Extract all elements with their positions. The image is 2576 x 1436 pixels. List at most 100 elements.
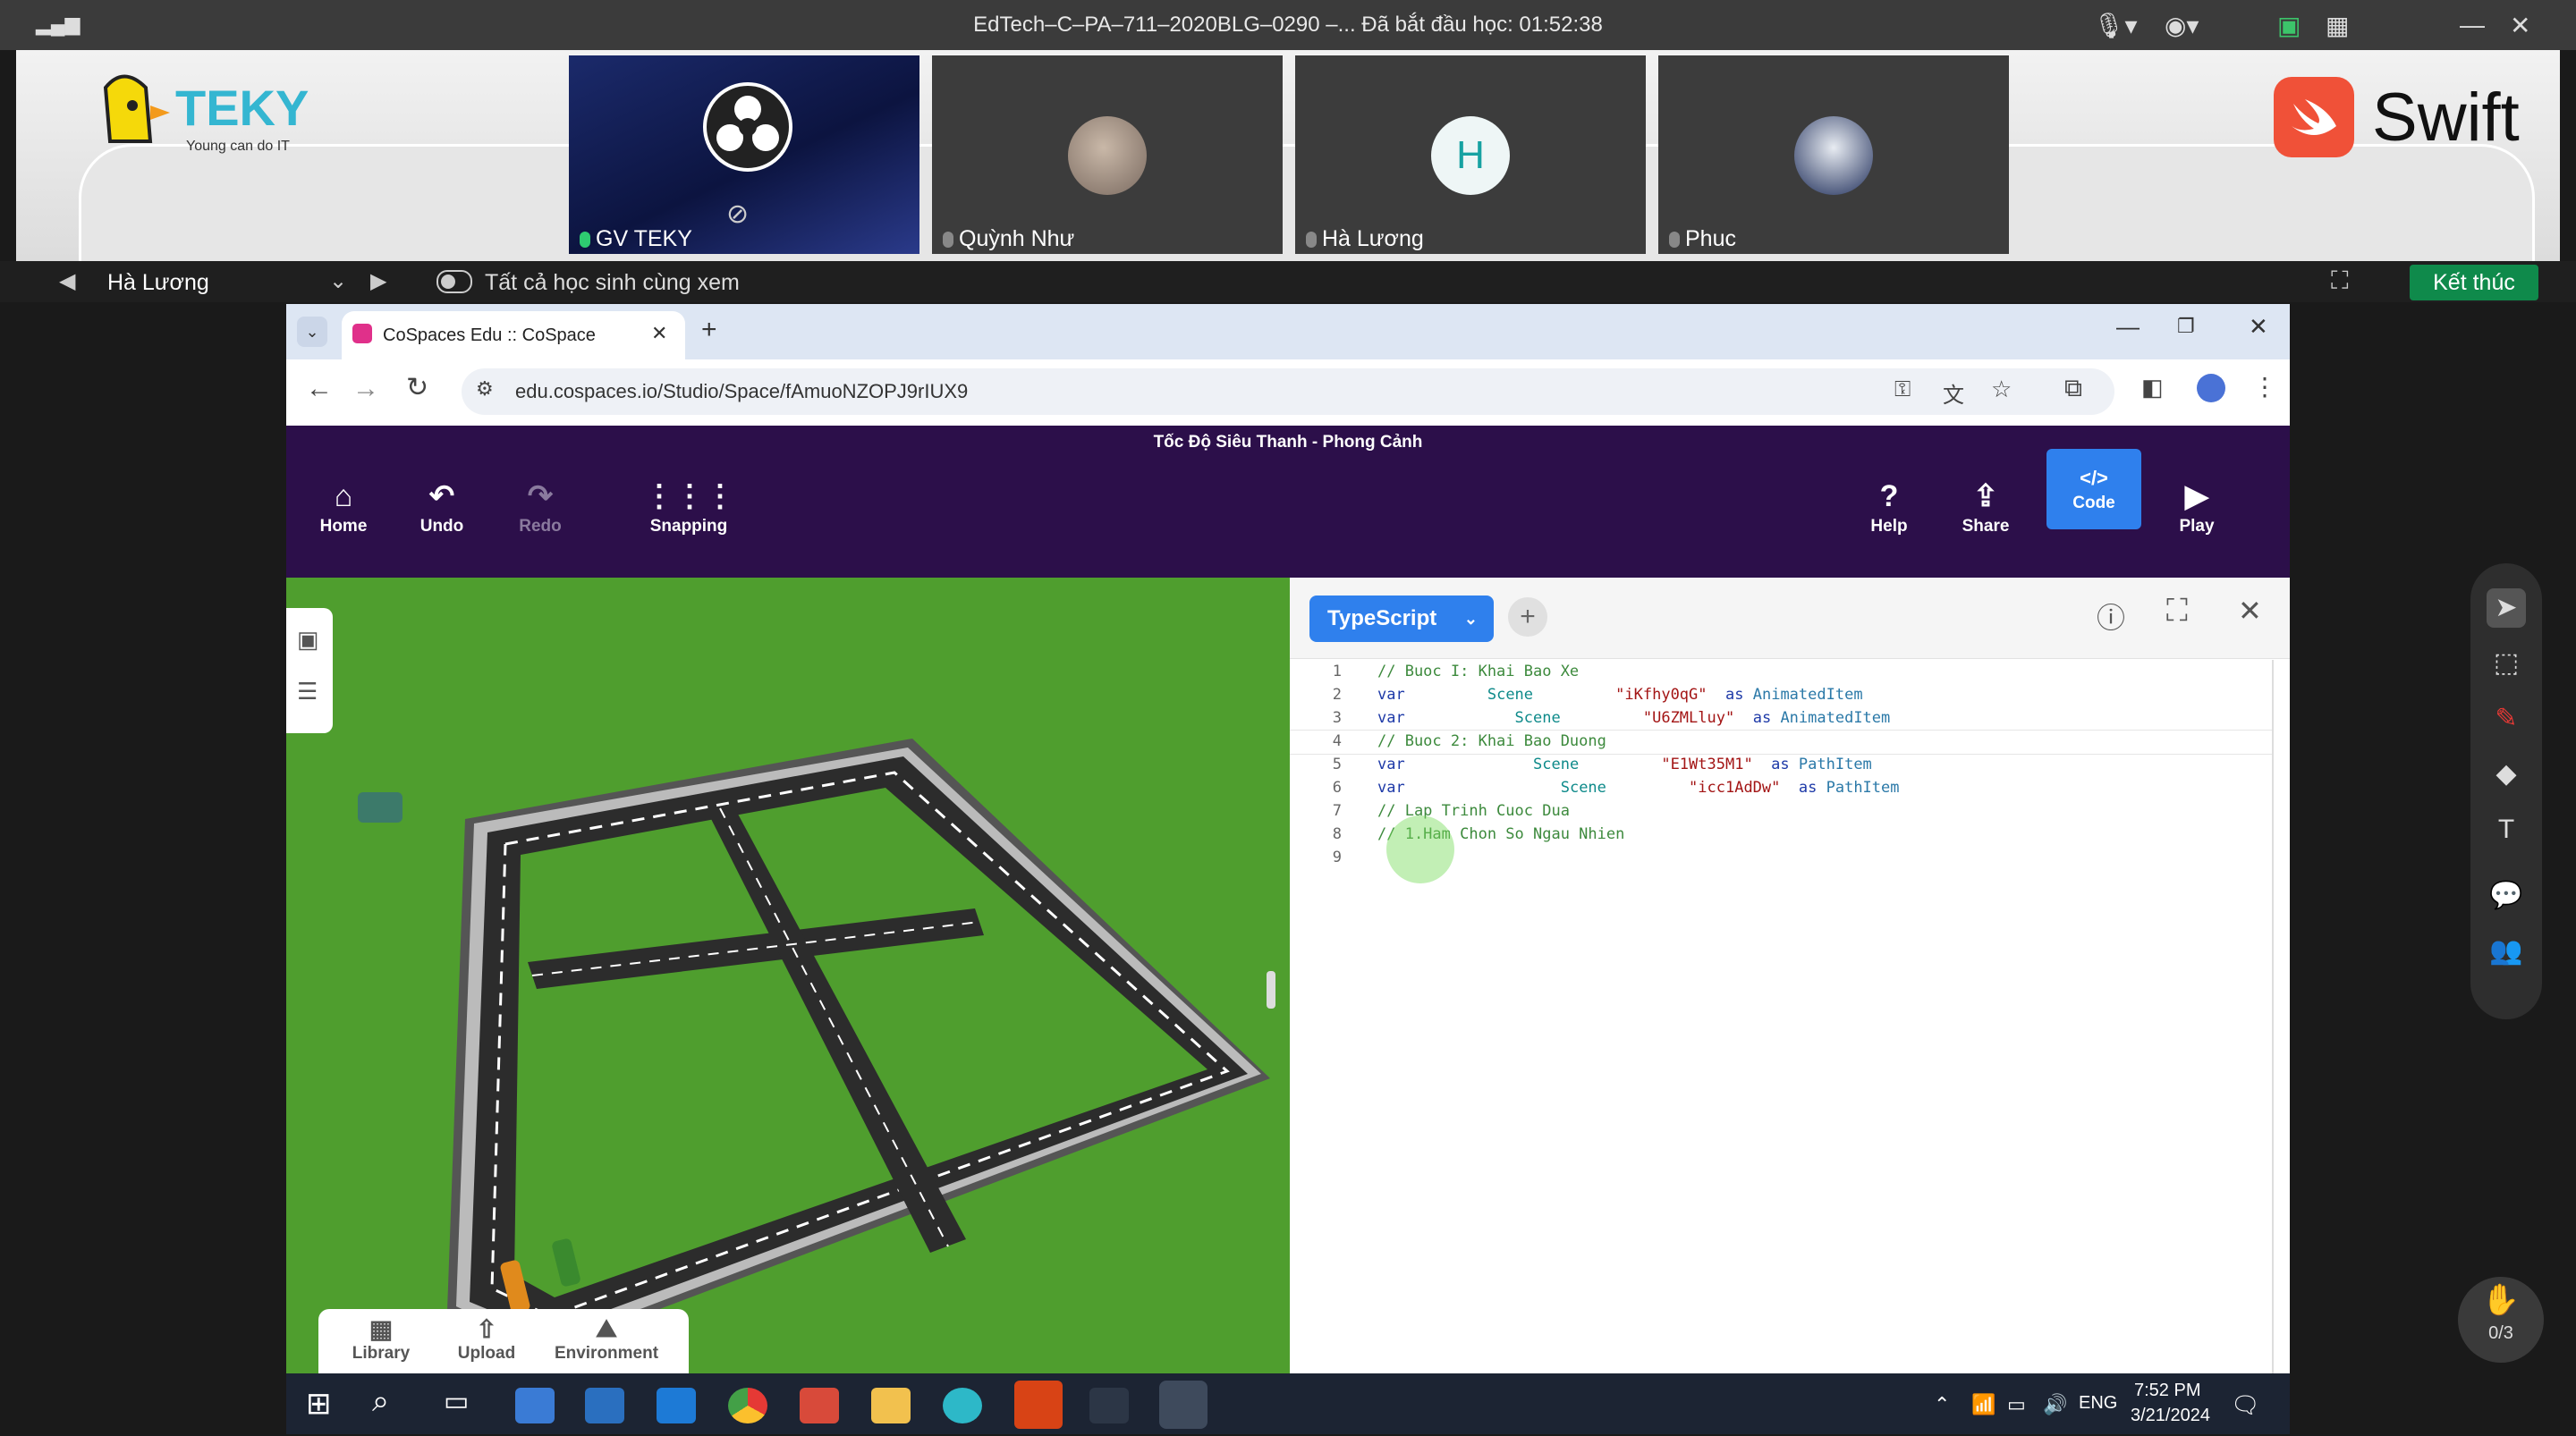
end-session-button[interactable]: Kết thúc [2410,265,2538,300]
avatar [1794,116,1873,195]
clock-date[interactable]: 3/21/2024 [2131,1406,2210,1426]
extensions-icon[interactable]: ⧉ [2064,374,2082,403]
panel-resize-handle[interactable] [1267,971,1275,1009]
address-toolbar: ← → ↻ ⚙ edu.cospaces.io/Studio/Space/fAm… [286,359,2290,427]
url-field[interactable]: ⚙ edu.cospaces.io/Studio/Space/fAmuoNZOP… [462,368,2114,415]
site-info-icon[interactable]: ⚙ [476,377,494,401]
upload-button[interactable]: ⇧ Upload [442,1314,531,1364]
password-key-icon[interactable]: ⚿ [1894,377,1911,402]
new-tab-icon[interactable]: + [701,315,717,345]
home-button[interactable]: ⌂ Home [299,476,388,536]
play-button[interactable]: ▶ Play [2152,476,2241,536]
camera-settings-icon[interactable]: ◉▾ [2165,11,2199,40]
share-toggle[interactable] [436,270,472,293]
close-tab-icon[interactable]: ✕ [651,322,667,345]
translate-icon[interactable]: 文 [1943,377,1964,409]
window-close-icon[interactable]: ✕ [2249,313,2268,341]
mail-icon[interactable] [657,1388,696,1423]
minimize-icon[interactable]: — [2460,11,2485,39]
upload-icon: ⇧ [476,1315,497,1343]
camera-off-icon: ⊘ [726,199,750,229]
editor-scrollbar[interactable] [2272,660,2274,1373]
fit-screen-icon[interactable]: ⛶ [2331,266,2349,296]
volume-icon[interactable]: 🔊 [2043,1393,2067,1416]
chrome-icon[interactable] [728,1388,767,1423]
close-icon[interactable]: ✕ [2510,11,2530,40]
fullscreen-icon[interactable]: ⛶ [2166,594,2188,629]
battery-icon[interactable]: ▭ [2007,1393,2026,1416]
video-tile-ha-luong[interactable]: H Hà Lương [1295,55,1646,254]
code-button[interactable]: </> Code [2046,449,2141,529]
student-select[interactable]: Hà Lương [107,270,209,296]
library-button[interactable]: ▦ Library [336,1314,426,1364]
pen-icon[interactable]: ✎ [2487,699,2526,739]
raise-hand-counter[interactable]: ✋ 0/3 [2458,1277,2544,1363]
share-screen-icon[interactable]: ▣ [2277,11,2301,40]
chevron-down-icon[interactable]: ⌄ [329,268,347,294]
app-icon[interactable] [800,1388,839,1423]
play-icon: ▶ [2184,479,2209,513]
back-icon[interactable]: ← [306,374,333,404]
close-code-icon[interactable]: ✕ [2238,594,2262,628]
windows-start-icon[interactable]: ⊞ [306,1386,332,1422]
add-script-icon[interactable]: + [1508,597,1547,637]
undo-button[interactable]: ↶ Undo [397,476,487,536]
comment-icon[interactable]: 💬 [2487,876,2526,916]
language-indicator[interactable]: ENG [2079,1393,2117,1414]
share-button[interactable]: ⇪ Share [1941,476,2030,536]
student-control-row: ◀ Hà Lương ⌄ ▶ Tất cả học sinh cùng xem … [0,261,2576,302]
bookmark-star-icon[interactable]: ☆ [1991,376,2012,403]
reload-icon[interactable]: ↻ [406,372,428,403]
forward-icon[interactable]: → [352,374,379,404]
swift-logo-icon [2274,77,2354,157]
video-tile-gv-teky[interactable]: ⊘ GV TEKY [569,55,919,254]
network-icon[interactable]: 📶 [1971,1393,1996,1416]
select-pointer-icon[interactable]: ➤ [2487,588,2526,628]
clock-time[interactable]: 7:52 PM [2134,1381,2200,1401]
video-tile-quynh-nhu[interactable]: Quỳnh Như [932,55,1283,254]
code-line: 8// 1.Ham Chon So Ngau Nhien [1332,825,1625,843]
help-button[interactable]: ? Help [1844,476,1934,536]
window-minimize-icon[interactable]: — [2116,313,2140,341]
language-select[interactable]: TypeScript ⌄ [1309,596,1494,642]
notification-icon[interactable]: 🗨 [2231,1391,2260,1419]
microphone-icon[interactable]: 🎙▾ [2093,11,2138,40]
window-restore-icon[interactable]: ❐ [2177,315,2195,338]
code-line: 9 [1332,849,1342,866]
text-tool-icon[interactable]: T [2487,810,2526,849]
profile-avatar[interactable] [2197,374,2225,402]
video-tile-phuc[interactable]: Phuc [1658,55,2009,254]
area-select-icon[interactable]: ⬚ [2487,644,2526,683]
opera-icon[interactable] [1014,1381,1063,1429]
search-icon[interactable]: ⌕ [372,1384,389,1419]
environment-button[interactable]: ⛰ Environment [544,1314,669,1364]
gallery-icon[interactable]: ▣ [297,626,319,654]
object-list-icon[interactable]: ☰ [297,678,318,705]
chrome-active-icon[interactable] [1159,1381,1208,1429]
meeting-title-bar: EdTech–C–PA–711–2020BLG–0290 –... Đã bắt… [0,0,2576,50]
avatar [1068,116,1147,195]
participants-icon[interactable]: 👥 [2487,932,2526,971]
grid-view-icon[interactable]: ▦ [2326,11,2349,40]
snapping-button[interactable]: ⋮⋮⋮ Snapping [644,476,735,536]
side-panel-icon[interactable]: ◧ [2141,374,2164,401]
previous-student-icon[interactable]: ◀ [59,268,75,294]
store-icon[interactable] [515,1388,555,1423]
scene-viewport[interactable]: ▣ ☰ ▦ Library ⇧ Upload ⛰ Environment [286,578,1290,1373]
tab-search-icon[interactable]: ⌄ [297,317,327,347]
tray-chevron-icon[interactable]: ⌃ [1934,1393,1950,1416]
task-view-icon[interactable]: ▭ [444,1386,469,1417]
undo-icon: ↶ [428,479,455,513]
mic-off-icon [1306,232,1317,249]
file-explorer-icon[interactable] [871,1388,911,1423]
tab-cospaces[interactable]: CoSpaces Edu :: CoSpace ✕ [342,311,685,359]
redo-button[interactable]: ↷ Redo [496,476,585,536]
code-area[interactable]: 1// Buoc I: Khai Bao Xe 2 var xecam = Sce… [1290,660,2274,1373]
app-icon[interactable] [585,1388,624,1423]
info-icon[interactable]: ⓘ [2097,596,2125,637]
menu-kebab-icon[interactable]: ⋮ [2252,372,2277,401]
edge-icon[interactable] [943,1388,982,1423]
eraser-icon[interactable]: ◆ [2487,755,2526,794]
app-icon[interactable] [1089,1388,1129,1423]
next-student-icon[interactable]: ▶ [370,268,386,294]
